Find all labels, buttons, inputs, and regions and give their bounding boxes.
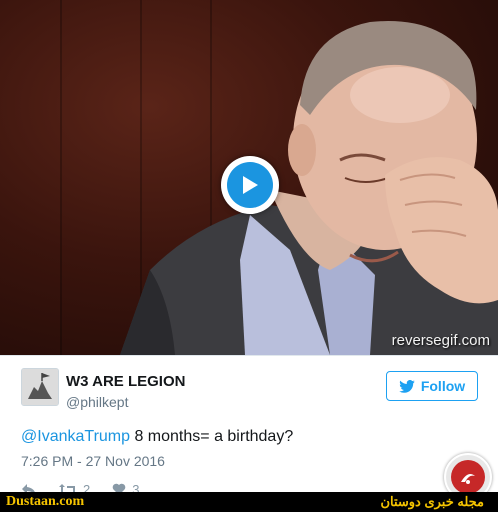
twitter-bird-icon	[399, 379, 415, 393]
site-name: Dustaan.com	[6, 494, 85, 509]
play-icon	[227, 162, 273, 208]
play-button[interactable]	[221, 156, 279, 214]
watermark-text: reversegif.com	[391, 332, 490, 349]
mention-link[interactable]: @IvankaTrump	[21, 428, 130, 445]
logo-icon	[451, 460, 485, 494]
display-name[interactable]: W3 ARE LEGION	[66, 373, 185, 390]
follow-button[interactable]: Follow	[386, 371, 478, 401]
embedded-video[interactable]: reversegif.com	[0, 0, 498, 355]
tweet-text: @IvankaTrump 8 months= a birthday?	[21, 428, 293, 446]
tweet-body: 8 months= a birthday?	[130, 428, 294, 445]
site-tagline: مجله خبری دوستان	[380, 494, 484, 509]
site-footer: Dustaan.com مجله خبری دوستان	[0, 492, 498, 512]
avatar[interactable]	[21, 368, 59, 406]
tweet-card: W3 ARE LEGION @philkept Follow @IvankaTr…	[0, 355, 498, 513]
follow-label: Follow	[420, 378, 466, 394]
tweet-timestamp[interactable]: 7:26 PM - 27 Nov 2016	[21, 453, 165, 469]
user-handle[interactable]: @philkept	[66, 394, 128, 410]
